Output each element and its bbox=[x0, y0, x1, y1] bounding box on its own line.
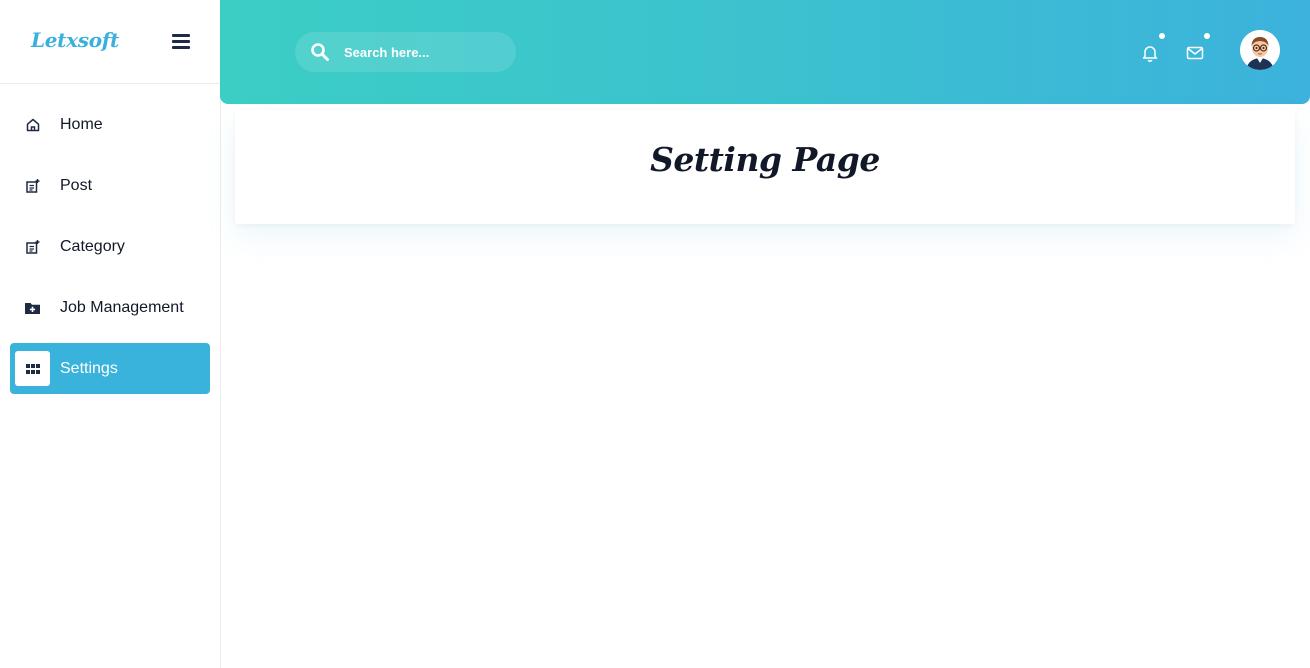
sidebar-item-label: Home bbox=[60, 115, 103, 133]
search-input[interactable] bbox=[344, 44, 504, 60]
sidebar-item-category[interactable]: Category bbox=[10, 221, 210, 272]
sidebar-item-label: Category bbox=[60, 237, 125, 255]
page-title: Setting Page bbox=[650, 140, 880, 179]
top-header bbox=[220, 0, 1310, 104]
sidebar-item-post[interactable]: Post bbox=[10, 160, 210, 211]
avatar[interactable] bbox=[1240, 30, 1280, 70]
search-icon[interactable] bbox=[310, 42, 330, 62]
search-bar bbox=[295, 32, 516, 72]
post-add-icon bbox=[15, 168, 50, 203]
message-dot bbox=[1204, 33, 1210, 39]
sidebar-item-label: Job Management bbox=[60, 298, 184, 316]
notification-dot bbox=[1159, 33, 1165, 39]
grid-icon bbox=[15, 351, 50, 386]
sidebar-header: Letxsoft bbox=[0, 0, 220, 84]
sidebar-item-job-management[interactable]: Job Management bbox=[10, 282, 210, 333]
sidebar-item-label: Post bbox=[60, 176, 93, 194]
sidebar-item-home[interactable]: Home bbox=[10, 99, 210, 150]
post-add-icon bbox=[15, 229, 50, 264]
sidebar-item-label: Settings bbox=[60, 359, 118, 377]
sidebar-item-settings[interactable]: Settings bbox=[10, 343, 210, 394]
page-title-card: Setting Page bbox=[235, 110, 1295, 224]
bell-icon[interactable] bbox=[1140, 43, 1160, 63]
sidebar: Letxsoft Home Post Category Job Manageme… bbox=[0, 0, 221, 668]
home-icon bbox=[15, 107, 50, 142]
mail-icon[interactable] bbox=[1185, 43, 1205, 63]
app-root: Letxsoft Home Post Category Job Manageme… bbox=[0, 0, 1310, 668]
brand-logo[interactable]: Letxsoft bbox=[31, 28, 119, 52]
hamburger-menu-icon[interactable] bbox=[172, 34, 190, 52]
folder-plus-icon bbox=[15, 290, 50, 325]
